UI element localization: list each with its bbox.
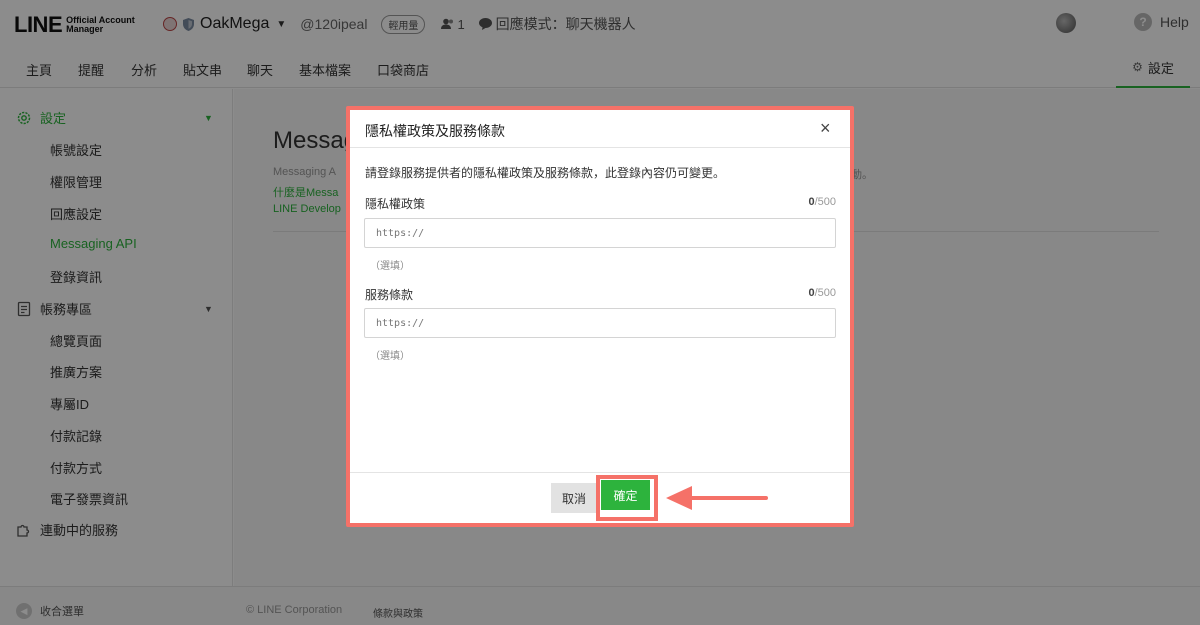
privacy-policy-label: 隱私權政策	[365, 197, 426, 211]
terms-of-service-input[interactable]	[364, 308, 836, 338]
close-icon[interactable]: ×	[820, 119, 831, 137]
cancel-button[interactable]: 取消	[551, 483, 597, 513]
annotation-arrow-icon	[666, 486, 768, 510]
privacy-policy-input[interactable]	[364, 218, 836, 248]
dialog-header: 隱私權政策及服務條款 ×	[350, 110, 850, 148]
privacy-terms-dialog: 隱私權政策及服務條款 × 請登錄服務提供者的隱私權政策及服務條款，此登錄內容仍可…	[350, 110, 850, 523]
terms-of-service-char-count: 0/500	[808, 287, 836, 299]
privacy-policy-char-count: 0/500	[808, 196, 836, 208]
terms-of-service-label: 服務條款	[365, 288, 414, 302]
terms-of-service-hint: （選填）	[370, 351, 410, 362]
dialog-footer: 取消 確定	[350, 472, 850, 523]
dialog-intro: 請登錄服務提供者的隱私權政策及服務條款，此登錄內容仍可變更。	[365, 166, 726, 180]
dialog-title: 隱私權政策及服務條款	[365, 123, 505, 139]
privacy-policy-hint: （選填）	[370, 261, 410, 272]
confirm-button[interactable]: 確定	[601, 480, 650, 510]
